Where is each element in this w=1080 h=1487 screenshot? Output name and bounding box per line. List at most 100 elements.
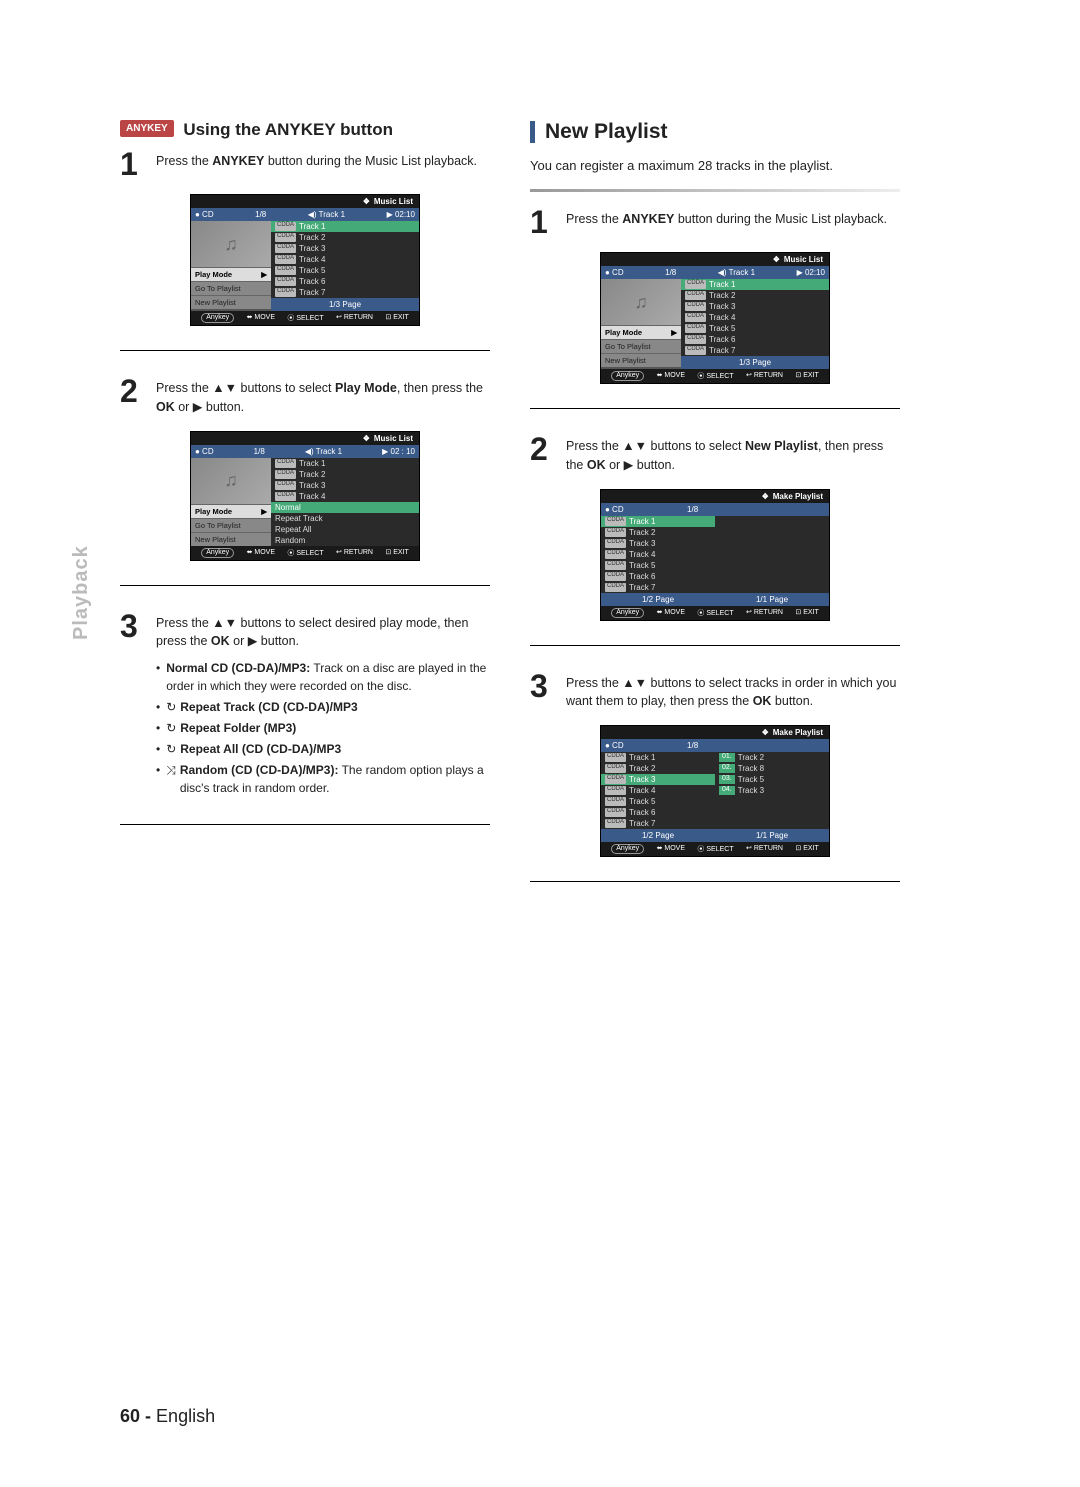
- track-row[interactable]: CDDATrack 2: [601, 527, 715, 538]
- track-row[interactable]: CDDATrack 2: [601, 763, 715, 774]
- text: or ▶ button.: [606, 458, 675, 472]
- track-row[interactable]: CDDATrack 3: [271, 480, 419, 491]
- text-bold: ANYKEY: [622, 212, 674, 226]
- right-step-2: 2 Press the ▲▼ buttons to select New Pla…: [530, 433, 900, 475]
- bullet-bold: Random (CD (CD-DA)/MP3):: [180, 763, 339, 777]
- track-row[interactable]: CDDATrack 4: [601, 785, 715, 796]
- text: or ▶ button.: [175, 400, 244, 414]
- ui-count: 1/8: [255, 210, 266, 219]
- menu-new-playlist[interactable]: New Playlist: [191, 295, 271, 309]
- playlist-slot[interactable]: 03.Track 5: [715, 774, 829, 785]
- menu-new-playlist[interactable]: New Playlist: [601, 353, 681, 367]
- playlist-empty: [715, 516, 829, 593]
- track-row[interactable]: CDDATrack 5: [681, 323, 829, 334]
- text: , then press the: [397, 381, 483, 395]
- text: button during the Music List playback.: [674, 212, 887, 226]
- ui-count: 1/8: [687, 741, 698, 750]
- text-bold: OK: [753, 694, 772, 708]
- track-row[interactable]: CDDATrack 3: [681, 301, 829, 312]
- track-row[interactable]: CDDATrack 4: [271, 254, 419, 265]
- track-row[interactable]: CDDATrack 1: [271, 221, 419, 232]
- footer-select: ⦿ SELECT: [287, 313, 323, 323]
- submenu-repeat-track[interactable]: Repeat Track: [271, 513, 419, 524]
- submenu-random[interactable]: Random: [271, 535, 419, 546]
- track-row[interactable]: CDDATrack 1: [271, 458, 419, 469]
- footer-exit: ⊡ EXIT: [795, 608, 818, 618]
- menu-goto-playlist[interactable]: Go To Playlist: [191, 518, 271, 532]
- footer-move: ⬌ MOVE: [247, 313, 275, 323]
- ui-title: Music List: [374, 197, 413, 206]
- ui-nowplaying: ◀) Track 1: [718, 268, 755, 277]
- track-row[interactable]: CDDATrack 1: [601, 516, 715, 527]
- footer-anykey[interactable]: Anykey: [611, 608, 644, 618]
- repeat-icon: ↻: [166, 740, 176, 758]
- side-section-label: Playback: [70, 545, 93, 640]
- track-row[interactable]: CDDATrack 6: [681, 334, 829, 345]
- track-row[interactable]: CDDATrack 1: [681, 279, 829, 290]
- track-row[interactable]: CDDATrack 3: [601, 538, 715, 549]
- text: Press the: [156, 154, 212, 168]
- track-row[interactable]: CDDATrack 5: [271, 265, 419, 276]
- text-bold: Play Mode: [335, 381, 397, 395]
- playlist-slot[interactable]: 01.Track 2: [715, 752, 829, 763]
- page-indicator: 1/3 Page: [271, 298, 419, 311]
- track-row[interactable]: CDDATrack 5: [601, 560, 715, 571]
- track-row[interactable]: CDDATrack 6: [601, 571, 715, 582]
- footer-exit: ⊡ EXIT: [385, 548, 408, 558]
- track-row[interactable]: CDDATrack 1: [601, 752, 715, 763]
- track-row[interactable]: CDDATrack 7: [271, 287, 419, 298]
- menu-goto-playlist[interactable]: Go To Playlist: [191, 281, 271, 295]
- step-number: 3: [120, 610, 146, 801]
- heading-new-playlist: New Playlist: [530, 120, 900, 144]
- random-icon: ⤨: [166, 761, 176, 797]
- track-row[interactable]: CDDATrack 2: [271, 232, 419, 243]
- track-row[interactable]: CDDATrack 4: [271, 491, 419, 502]
- submenu-repeat-all[interactable]: Repeat All: [271, 524, 419, 535]
- track-row[interactable]: CDDATrack 5: [601, 796, 715, 807]
- footer-return: ↩ RETURN: [746, 844, 783, 854]
- bullet-bold: Repeat All (CD (CD-DA)/MP3: [180, 740, 341, 758]
- footer-anykey[interactable]: Anykey: [201, 313, 234, 323]
- menu-play-mode[interactable]: Play Mode▶: [601, 325, 681, 339]
- track-row[interactable]: CDDATrack 7: [601, 582, 715, 593]
- footer-return: ↩ RETURN: [746, 371, 783, 381]
- track-row[interactable]: CDDATrack 2: [681, 290, 829, 301]
- divider-gradient: [530, 189, 900, 192]
- menu-new-playlist[interactable]: New Playlist: [191, 532, 271, 546]
- right-step-1: 1 Press the ANYKEY button during the Mus…: [530, 206, 900, 238]
- ui-disc: ● CD: [605, 505, 624, 514]
- submenu-normal[interactable]: Normal: [271, 502, 419, 513]
- footer-select: ⦿ SELECT: [697, 371, 733, 381]
- footer-exit: ⊡ EXIT: [795, 844, 818, 854]
- track-row[interactable]: CDDATrack 6: [601, 807, 715, 818]
- track-row[interactable]: CDDATrack 2: [271, 469, 419, 480]
- footer-anykey[interactable]: Anykey: [611, 371, 644, 381]
- left-step-3: 3 Press the ▲▼ buttons to select desired…: [120, 610, 490, 801]
- page-indicator: 1/3 Page: [681, 356, 829, 369]
- bullet-bold: Normal CD (CD-DA)/MP3:: [166, 661, 310, 675]
- playlist-slot[interactable]: 04.Track 3: [715, 785, 829, 796]
- track-row[interactable]: CDDATrack 7: [601, 818, 715, 829]
- track-row[interactable]: CDDATrack 7: [681, 345, 829, 356]
- footer-anykey[interactable]: Anykey: [611, 844, 644, 854]
- playlist-slot[interactable]: 02.Track 8: [715, 763, 829, 774]
- footer-anykey[interactable]: Anykey: [201, 548, 234, 558]
- footer-move: ⬌ MOVE: [657, 844, 685, 854]
- page-indicator: 1/1 Page: [715, 829, 829, 842]
- menu-goto-playlist[interactable]: Go To Playlist: [601, 339, 681, 353]
- track-row[interactable]: CDDATrack 6: [271, 276, 419, 287]
- track-row[interactable]: CDDATrack 3: [271, 243, 419, 254]
- track-row[interactable]: CDDATrack 4: [681, 312, 829, 323]
- ui-title: Music List: [374, 434, 413, 443]
- track-row[interactable]: CDDATrack 4: [601, 549, 715, 560]
- menu-play-mode[interactable]: Play Mode▶: [191, 267, 271, 281]
- menu-play-mode[interactable]: Play Mode▶: [191, 504, 271, 518]
- bullet-bold: Repeat Folder (MP3): [180, 719, 296, 737]
- bullet-bold: Repeat Track (CD (CD-DA)/MP3: [180, 698, 357, 716]
- ui-title: Music List: [784, 255, 823, 264]
- ui-disc: ● CD: [195, 447, 214, 456]
- footer-return: ↩ RETURN: [336, 548, 373, 558]
- album-art-icon: ♫: [191, 458, 271, 504]
- track-row[interactable]: CDDATrack 3: [601, 774, 715, 785]
- ui-nowplaying: ◀) Track 1: [305, 447, 342, 456]
